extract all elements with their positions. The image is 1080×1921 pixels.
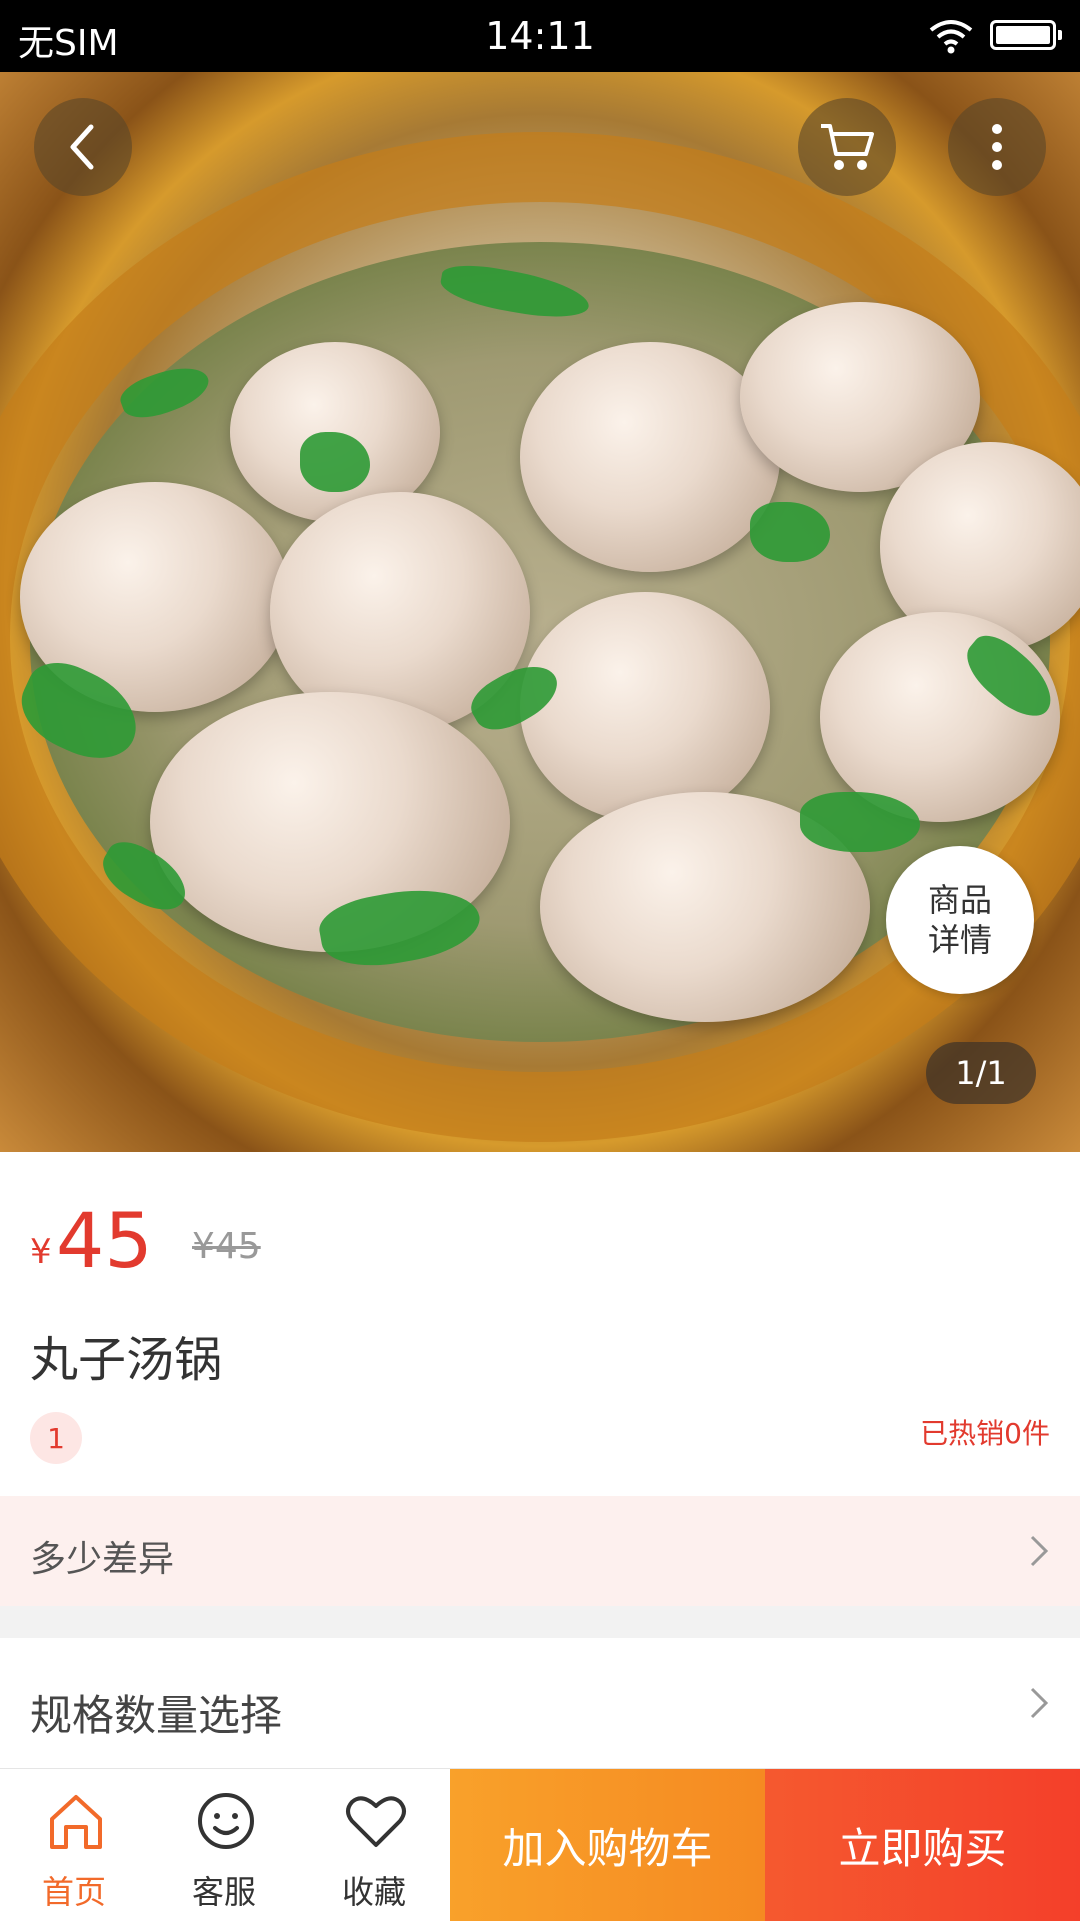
battery-icon [990, 20, 1062, 50]
nav-favorite[interactable]: 收藏 [300, 1769, 448, 1921]
clock: 14:11 [485, 14, 595, 58]
chevron-right-icon [1030, 1535, 1049, 1567]
status-bar: 无SIM 14:11 [0, 0, 1080, 72]
detail-label-line2: 详情 [927, 921, 992, 959]
nav-home[interactable]: 首页 [0, 1769, 148, 1921]
spec-selection-row[interactable]: 规格数量选择 [0, 1638, 1080, 1768]
meatball [520, 592, 770, 822]
product-detail-button[interactable]: 商品 详情 [886, 846, 1034, 994]
meatball [820, 612, 1060, 822]
heart-icon [346, 1796, 406, 1847]
product-image[interactable] [0, 72, 1080, 1152]
add-to-cart-button[interactable]: 加入购物车 [450, 1769, 765, 1921]
sold-count: 已热销0件 [920, 1417, 1050, 1450]
original-price: ¥45 [192, 1226, 261, 1267]
bottom-action-bar: 首页 客服 收藏 加入购物车 立即购买 [0, 1768, 1080, 1921]
back-button[interactable] [34, 98, 132, 196]
cart-button[interactable] [798, 98, 896, 196]
currency-symbol: ¥ [30, 1232, 52, 1272]
detail-label-line1: 商品 [927, 881, 992, 919]
customer-service-icon [198, 1793, 254, 1849]
wifi-icon [929, 20, 973, 54]
nav-home-label: 首页 [41, 1873, 106, 1911]
promo-row[interactable]: 多少差异 [0, 1496, 1080, 1606]
nav-service-label: 客服 [191, 1873, 256, 1911]
section-divider [0, 1606, 1080, 1638]
home-icon [50, 1795, 102, 1849]
buy-now-button[interactable]: 立即购买 [765, 1769, 1080, 1921]
more-button[interactable] [948, 98, 1046, 196]
spec-label: 规格数量选择 [30, 1691, 283, 1740]
chevron-right-icon [1030, 1687, 1049, 1719]
image-page-indicator: 1/1 [926, 1042, 1036, 1104]
meatball [520, 342, 780, 572]
product-title: 丸子汤锅 [30, 1332, 223, 1388]
cart-icon [821, 124, 874, 170]
tag-badge: 1 [30, 1412, 82, 1464]
more-vertical-icon [992, 124, 1002, 170]
current-price: 45 [56, 1196, 153, 1285]
back-icon [70, 124, 94, 170]
nav-service[interactable]: 客服 [150, 1769, 298, 1921]
promo-label: 多少差异 [30, 1539, 175, 1580]
nav-favorite-label: 收藏 [341, 1873, 406, 1911]
